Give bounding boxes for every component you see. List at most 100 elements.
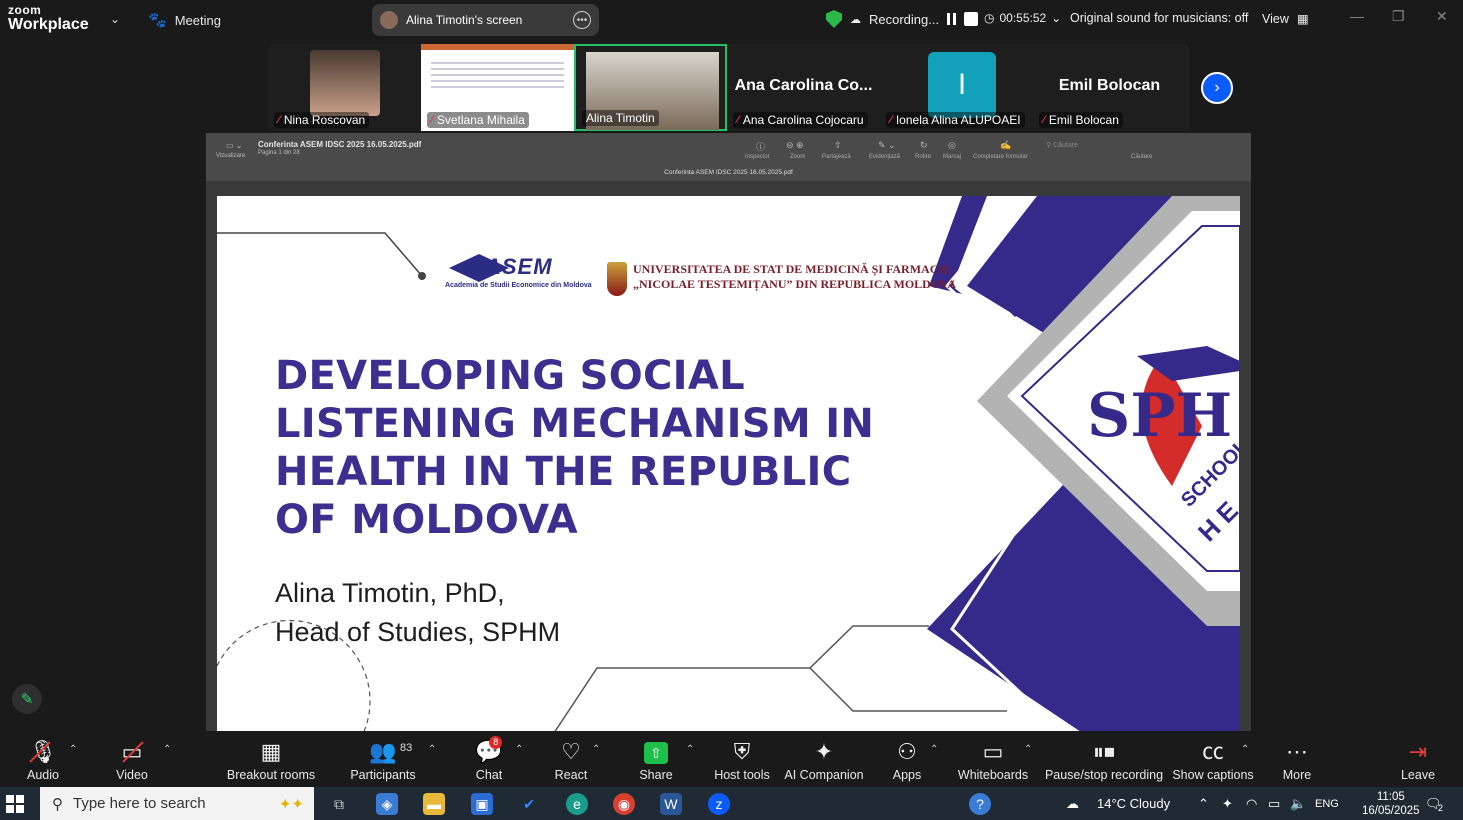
language-indicator[interactable]: ENG <box>1315 798 1339 810</box>
participant-tile[interactable]: ⁄ Svetlana Mihaila <box>421 44 574 131</box>
pause-stop-recording-button[interactable]: ⏸⏹ Pause/stop recording <box>1045 732 1163 787</box>
minimize-icon[interactable]: — <box>1350 8 1364 24</box>
rotate-icon[interactable]: ↻ <box>920 140 928 151</box>
leave-icon: ⇥ <box>1408 739 1428 764</box>
share-icon: ⇧ <box>644 742 668 764</box>
tool-zoom[interactable]: Zoom <box>790 154 805 160</box>
tool-inspector[interactable]: Inspector <box>745 154 770 160</box>
chevron-up-icon[interactable]: ⌃ <box>1198 796 1209 812</box>
form-icon[interactable]: ✍ <box>1000 140 1011 151</box>
cloud-icon: ☁ <box>850 13 861 26</box>
page-info: Pagina 1 din 28 <box>258 150 300 156</box>
meeting-timer[interactable]: ◷ 00:55:52 ⌄ <box>984 11 1061 25</box>
apps-button[interactable]: ⚇ Apps <box>893 732 922 787</box>
windows-start-icon[interactable] <box>6 795 24 813</box>
meeting-menu[interactable]: 🐾 Meeting <box>148 11 221 29</box>
participant-tile[interactable]: ⁄ Nina Roscovan <box>268 44 421 131</box>
file-explorer-icon[interactable]: ▬ <box>423 793 445 815</box>
video-options-caret[interactable]: ⌃ <box>163 744 171 755</box>
view-label[interactable]: Vizualizare <box>216 153 245 159</box>
annotate-pen-button[interactable]: ✎ <box>12 684 42 714</box>
markup-icon[interactable]: ◎ <box>948 140 956 151</box>
participants-options-caret[interactable]: ⌃ <box>428 744 436 755</box>
breakout-rooms-button[interactable]: ▦ Breakout rooms <box>227 732 315 787</box>
help-icon[interactable]: ? <box>969 793 991 815</box>
view-label: View <box>1262 11 1289 26</box>
tool-share[interactable]: Partajează <box>822 154 851 160</box>
share-options-caret[interactable]: ⌃ <box>686 744 694 755</box>
whiteboards-button[interactable]: ▭ Whiteboards <box>958 732 1028 787</box>
copilot-icon[interactable]: ◈ <box>376 793 398 815</box>
show-captions-button[interactable]: ㏄ Show captions <box>1172 732 1253 787</box>
captions-options-caret[interactable]: ⌃ <box>1241 744 1249 755</box>
react-options-caret[interactable]: ⌃ <box>592 744 600 755</box>
participant-tile[interactable]: Emil Bolocan ⁄ Emil Bolocan <box>1033 44 1186 131</box>
highlight-icon[interactable]: ✎ ⌄ <box>878 140 896 151</box>
chat-options-caret[interactable]: ⌃ <box>515 744 523 755</box>
maximize-icon[interactable]: ❐ <box>1392 8 1405 25</box>
avatar: I <box>928 52 996 118</box>
taskbar-search[interactable]: ⚲ Type here to search ✦✦ <box>40 787 314 820</box>
tool-fill-form[interactable]: Completare formular <box>973 154 1028 160</box>
volume-icon[interactable]: 🔈 <box>1290 796 1306 812</box>
participant-name: ⁄ Ionela Alina ALUPOAEI <box>886 112 1025 128</box>
screen-share-pill[interactable]: Alina Timotin's screen ••• <box>372 4 599 36</box>
wifi-icon[interactable]: ◠ <box>1246 796 1257 812</box>
zoom-app-icon[interactable]: z <box>708 793 730 815</box>
weather-text[interactable]: 14°C Cloudy <box>1097 796 1170 811</box>
tool-rotate[interactable]: Rotire <box>915 154 931 160</box>
video-button[interactable]: ▭ Video <box>114 732 150 787</box>
share-button[interactable]: ⇧ Share <box>639 732 673 787</box>
sidebar-toggle-icon[interactable]: ▭ ⌄ <box>226 141 242 150</box>
store-icon[interactable]: ▣ <box>471 793 493 815</box>
share-icon[interactable]: ⇧ <box>834 140 842 151</box>
author-role: Head of Studies, SPHM <box>275 617 561 647</box>
stop-recording-button[interactable] <box>964 12 979 26</box>
search-field[interactable]: ⚲ Căutare <box>1046 141 1078 149</box>
participants-button[interactable]: 👥 Participants 83 <box>350 732 415 787</box>
react-button[interactable]: ♡ React <box>555 732 588 787</box>
shared-screen[interactable]: ▭ ⌄ Vizualizare Conferinta ASEM IDSC 202… <box>206 133 1251 731</box>
battery-icon[interactable]: ▭ <box>1268 796 1280 812</box>
participant-count: 83 <box>400 742 413 754</box>
more-options-icon[interactable]: ••• <box>573 11 591 29</box>
todo-icon[interactable]: ✔ <box>518 793 540 815</box>
leave-button[interactable]: ⇥ Leave <box>1401 732 1435 787</box>
zoom-logo[interactable]: zoom Workplace <box>8 4 89 33</box>
tool-markup[interactable]: Marcaj <box>943 154 961 160</box>
clock-date: 16/05/2025 <box>1362 805 1420 817</box>
audio-button[interactable]: 🎙 Audio <box>26 732 60 787</box>
participant-name: ⁄ Ana Carolina Cojocaru <box>733 112 868 128</box>
apps-options-caret[interactable]: ⌃ <box>930 744 938 755</box>
participant-tile-active[interactable]: Alina Timotin <box>574 44 727 131</box>
chevron-down-icon[interactable]: ⌄ <box>110 12 120 26</box>
slide-author: Alina Timotin, PhD, Head of Studies, SPH… <box>275 574 560 652</box>
close-icon[interactable]: ✕ <box>1436 8 1448 25</box>
whiteboards-options-caret[interactable]: ⌃ <box>1024 744 1032 755</box>
people-icon: 👥 <box>369 739 397 764</box>
taskbar-clock[interactable]: 11:05 16/05/2025 <box>1362 790 1420 818</box>
pause-recording-button[interactable] <box>947 13 957 25</box>
badge-main-text: SPH <box>1087 381 1233 451</box>
next-page-button[interactable]: › <box>1201 72 1233 104</box>
host-tools-button[interactable]: ⛨ Host tools <box>714 732 770 787</box>
word-icon[interactable]: W <box>660 793 682 815</box>
more-button[interactable]: ⋯ More <box>1281 732 1313 787</box>
chat-button[interactable]: 💬 8 Chat <box>475 732 503 787</box>
participant-tile[interactable]: Ana Carolina Co... ⁄ Ana Carolina Cojocar… <box>727 44 880 131</box>
network-icon[interactable]: ✦ <box>1222 796 1233 812</box>
search-icon: ⚲ <box>1046 142 1052 149</box>
notification-count: 2 <box>1438 803 1444 813</box>
audio-options-caret[interactable]: ⌃ <box>69 744 77 755</box>
participant-tile[interactable]: I ⁄ Ionela Alina ALUPOAEI <box>880 44 1033 131</box>
zoom-out-icon[interactable]: ⊖ ⊕ <box>786 140 804 151</box>
view-button[interactable]: View ▦ <box>1262 11 1309 27</box>
chrome-icon[interactable]: ◉ <box>613 793 635 815</box>
search-label: Căutare <box>1131 154 1153 160</box>
tool-highlight[interactable]: Evidențiază <box>869 154 900 160</box>
original-sound-status[interactable]: Original sound for musicians: off <box>1070 11 1248 25</box>
task-view-icon[interactable]: ⧉ <box>328 793 350 815</box>
edge-icon[interactable]: e <box>566 793 588 815</box>
ai-companion-button[interactable]: ✦ AI Companion <box>784 732 863 787</box>
info-icon[interactable]: ⓘ <box>756 140 765 153</box>
